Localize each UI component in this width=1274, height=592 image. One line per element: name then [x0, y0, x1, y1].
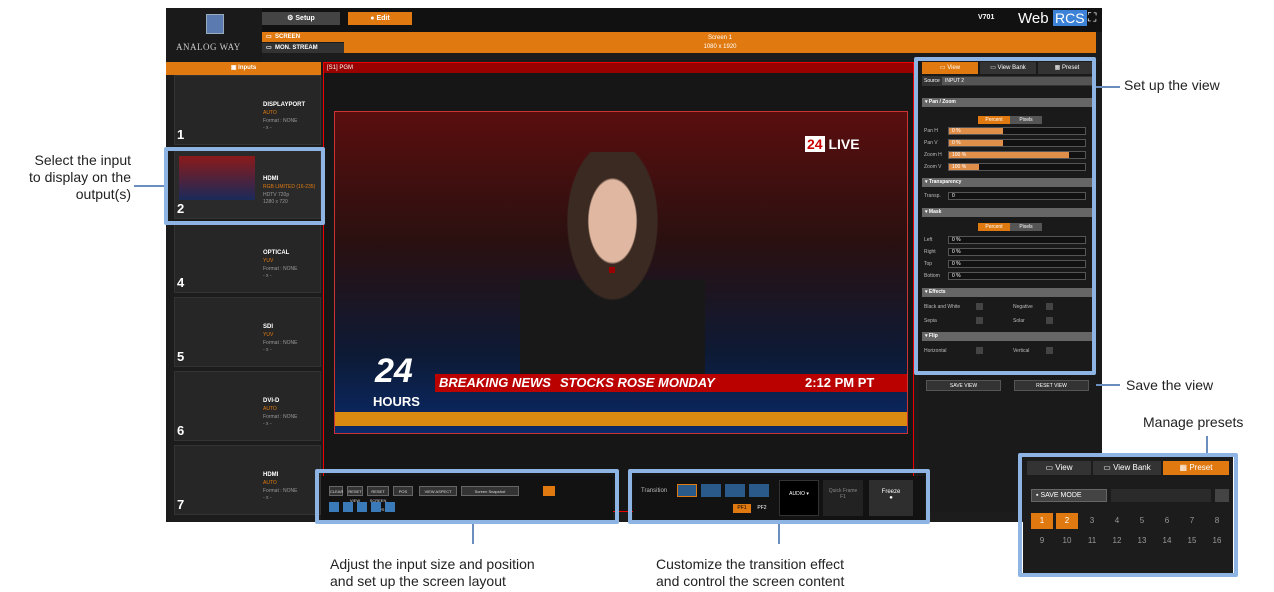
- save-view-button[interactable]: SAVE VIEW: [926, 380, 1001, 391]
- screen-label: SCREEN: [275, 34, 301, 40]
- input-resolution: - x -: [263, 125, 272, 131]
- input-highlight-box: [164, 147, 325, 225]
- customize-annotation: Customize the transition effect and cont…: [656, 556, 845, 589]
- input-format: AUTO: [263, 110, 277, 116]
- select-input-annotation: Select the input to display on the outpu…: [29, 152, 131, 202]
- input-number: 4: [177, 275, 185, 290]
- input-item[interactable]: 7 HDMI AUTO Format : NONE - x -: [174, 445, 321, 515]
- live-text: LIVE: [828, 136, 860, 152]
- input-format: YUV: [263, 332, 274, 338]
- input-name: DISPLAYPORT: [263, 102, 306, 108]
- live-badge: 24 LIVE: [805, 136, 860, 152]
- input-format: AUTO: [263, 406, 277, 412]
- logo-icon: [206, 14, 224, 34]
- screen-selector[interactable]: ▭ SCREEN: [262, 32, 344, 42]
- save-view-annotation: Save the view: [1126, 377, 1214, 393]
- setup-view-connector: [1096, 86, 1120, 88]
- ticker-bar: [335, 412, 907, 426]
- screen-1-tab[interactable]: Screen 1 1080 x 1920: [344, 32, 1096, 53]
- select-input-connector: [134, 185, 164, 187]
- fullscreen-icon[interactable]: ⛶: [1088, 10, 1096, 25]
- preview-video[interactable]: 24 LIVE 24 BREAKING NEWS STOCKS ROSE MON…: [334, 111, 908, 434]
- reset-view-button[interactable]: RESET VIEW: [1014, 380, 1089, 391]
- edit-tab[interactable]: ● Edit: [348, 12, 412, 25]
- input-number: 5: [177, 349, 185, 364]
- input-format: YUV: [263, 258, 274, 264]
- adjust-annotation: Adjust the input size and position and s…: [330, 556, 535, 589]
- manage-presets-annotation: Manage presets: [1143, 414, 1244, 430]
- headline-text: STOCKS ROSE MONDAY: [560, 375, 715, 390]
- presets-connector: [1206, 436, 1208, 453]
- program-preview: [S1] PGM 24 LIVE 24 BREAKING NEWS STOCKS…: [323, 62, 914, 512]
- input-item[interactable]: 4 OPTICAL YUV Format : NONE - x -: [174, 223, 321, 293]
- input-number: 6: [177, 423, 185, 438]
- input-detail: Format : NONE: [263, 488, 298, 494]
- input-number: 1: [177, 127, 185, 142]
- input-detail: Format : NONE: [263, 266, 298, 272]
- setup-view-annotation: Set up the view: [1124, 77, 1220, 93]
- inputs-header-label: Inputs: [238, 65, 257, 71]
- pgm-label: [S1] PGM: [324, 63, 913, 73]
- input-format: AUTO: [263, 480, 277, 486]
- preset-highlight-box: [1018, 453, 1238, 577]
- transition-toolbar-highlight-box: [628, 469, 930, 524]
- input-name: SDI: [263, 324, 274, 330]
- input-resolution: - x -: [263, 273, 272, 279]
- input-name: HDMI: [263, 472, 279, 478]
- input-resolution: - x -: [263, 495, 272, 501]
- input-name: OPTICAL: [263, 250, 290, 256]
- setup-tab[interactable]: ⚙ Setup: [262, 12, 340, 25]
- input-item[interactable]: 6 DVI-D AUTO Format : NONE - x -: [174, 371, 321, 441]
- screen-name: Screen 1: [707, 35, 732, 41]
- input-resolution: - x -: [263, 347, 272, 353]
- input-detail: Format : NONE: [263, 340, 298, 346]
- input-detail: Format : NONE: [263, 118, 298, 124]
- customize-connector: [778, 524, 780, 544]
- product-web: Web: [1018, 10, 1049, 27]
- mon-stream-label: MON. STREAM: [275, 45, 318, 51]
- live-logo: 24: [805, 136, 825, 152]
- input-name: DVI-D: [263, 398, 280, 404]
- input-number: 7: [177, 497, 185, 512]
- layout-toolbar-highlight-box: [315, 469, 619, 524]
- input-item[interactable]: 1 DISPLAYPORT AUTO Format : NONE - x -: [174, 75, 321, 145]
- news-time: 2:12 PM PT: [805, 375, 875, 390]
- input-resolution: - x -: [263, 421, 272, 427]
- save-view-connector: [1096, 384, 1120, 386]
- version-label: V701: [978, 14, 995, 21]
- mon-stream-selector[interactable]: ▭ MON. STREAM: [262, 43, 344, 53]
- edit-label: Edit: [376, 15, 390, 22]
- brand-name: ANALOG WAY: [176, 42, 241, 52]
- inputs-header[interactable]: ▣ Inputs: [166, 62, 321, 75]
- channel-logo: 24: [375, 352, 413, 390]
- breaking-news: BREAKING NEWS: [439, 375, 551, 390]
- input-item[interactable]: 5 SDI YUV Format : NONE - x -: [174, 297, 321, 367]
- adjust-connector: [472, 524, 474, 544]
- view-panel-highlight-box: [914, 57, 1096, 375]
- center-handle[interactable]: [609, 267, 615, 273]
- product-rcs: RCS: [1053, 10, 1087, 26]
- input-detail: Format : NONE: [263, 414, 298, 420]
- brand-logo: ANALOG WAY: [166, 8, 262, 62]
- hours-text: HOURS: [373, 394, 420, 409]
- screen-resolution: 1080 x 1920: [703, 44, 737, 50]
- setup-label: Setup: [295, 15, 315, 22]
